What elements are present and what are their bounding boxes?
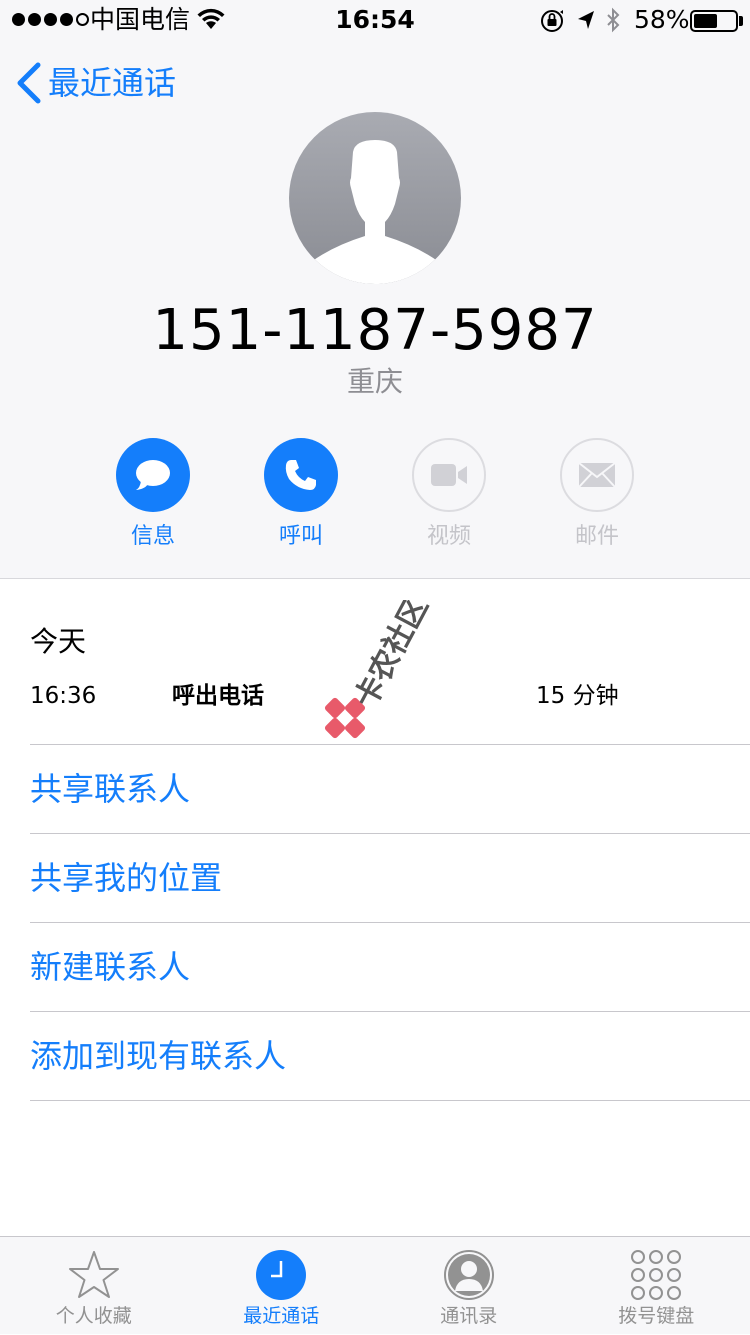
call-time: 16:36 (30, 676, 96, 716)
create-new-contact-link[interactable]: 新建联系人 (30, 923, 750, 1011)
chevron-left-icon (14, 61, 42, 105)
video-button[interactable]: 视频 (375, 438, 523, 552)
call-button[interactable]: 呼叫 (227, 438, 375, 552)
header-divider (0, 578, 750, 579)
call-button-label: 呼叫 (279, 522, 323, 552)
status-icons (540, 6, 630, 40)
call-history-row: 16:36 呼出电话 15 分钟 (30, 676, 720, 716)
battery-icon (690, 10, 738, 32)
call-type: 呼出电话 (172, 676, 264, 716)
tab-label: 最近通话 (243, 1303, 319, 1329)
mail-icon (578, 461, 616, 489)
action-buttons: 信息 呼叫 视频 邮件 (79, 438, 671, 552)
clock-icon (253, 1247, 309, 1303)
phone-icon (283, 457, 319, 493)
contacts-icon (441, 1247, 497, 1303)
call-button-circle[interactable] (264, 438, 338, 512)
watermark: 卡农社区 (300, 600, 460, 750)
video-button-label: 视频 (427, 522, 471, 552)
phone-location: 重庆 (0, 362, 750, 402)
recent-calls-date: 今天 (30, 622, 86, 662)
watermark-logo: 卡农社区 (300, 600, 460, 750)
message-icon (133, 457, 173, 493)
tab-recents[interactable]: 最近通话 (188, 1237, 376, 1335)
add-to-existing-contact-link[interactable]: 添加到现有联系人 (30, 1012, 750, 1100)
avatar (289, 112, 461, 284)
tab-keypad[interactable]: 拨号键盘 (563, 1237, 750, 1335)
mail-button[interactable]: 邮件 (523, 438, 671, 552)
share-my-location-link[interactable]: 共享我的位置 (30, 834, 750, 922)
call-duration: 15 分钟 (536, 676, 619, 716)
star-icon (66, 1247, 122, 1303)
orientation-lock-icon (542, 10, 563, 31)
phone-number: 151-1187-5987 (0, 296, 750, 366)
message-button-circle[interactable] (116, 438, 190, 512)
list-divider (30, 1100, 750, 1101)
bluetooth-icon (608, 10, 618, 30)
share-contact-link[interactable]: 共享联系人 (30, 745, 750, 833)
status-bar: 中国电信 16:54 58% (0, 0, 750, 40)
mail-button-label: 邮件 (575, 522, 619, 552)
tab-label: 拨号键盘 (618, 1303, 694, 1329)
tab-favorites[interactable]: 个人收藏 (0, 1237, 188, 1335)
location-arrow-icon (578, 11, 594, 29)
person-silhouette-icon (289, 112, 461, 284)
video-icon (429, 461, 469, 489)
video-button-circle[interactable] (412, 438, 486, 512)
battery-level-fill (694, 14, 717, 28)
back-button[interactable]: 最近通话 (14, 58, 176, 108)
tab-contacts[interactable]: 通讯录 (375, 1237, 563, 1335)
back-label: 最近通话 (48, 58, 176, 108)
tab-bar: 个人收藏 最近通话 通讯录 (0, 1236, 750, 1334)
message-button-label: 信息 (131, 522, 175, 552)
mail-button-circle[interactable] (560, 438, 634, 512)
battery-percent: 58% (634, 4, 690, 36)
tab-label: 个人收藏 (56, 1303, 132, 1329)
keypad-icon (628, 1247, 684, 1303)
battery-cap (739, 16, 743, 26)
tab-label: 通讯录 (440, 1303, 497, 1329)
message-button[interactable]: 信息 (79, 438, 227, 552)
